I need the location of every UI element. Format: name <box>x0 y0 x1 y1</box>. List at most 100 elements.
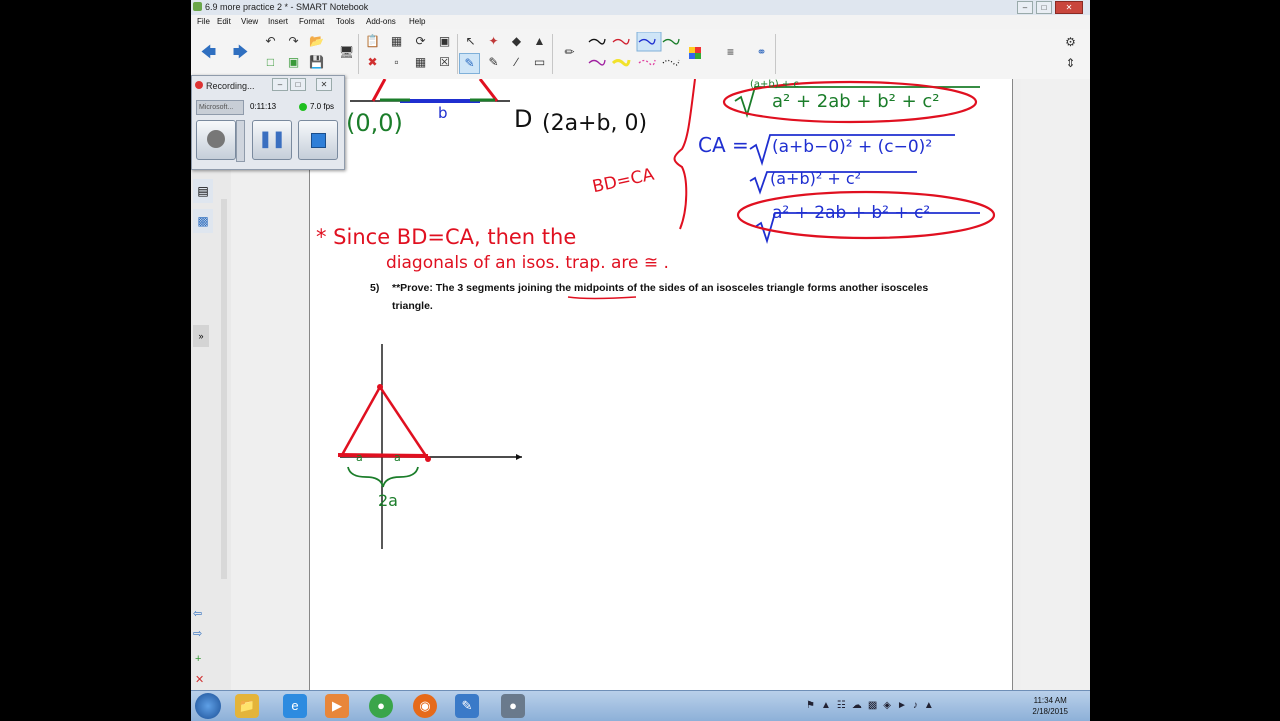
midpoints-underline <box>567 296 637 300</box>
menu-file[interactable]: File <box>197 15 210 29</box>
stop-button[interactable] <box>298 120 338 160</box>
stop-icon <box>310 133 326 148</box>
menu-help[interactable]: Help <box>409 15 425 29</box>
midpoint-a-right: a <box>394 451 401 464</box>
recorder-source-dropdown[interactable]: Microsoft... <box>196 100 244 115</box>
trapezoid-right-leg <box>478 79 499 102</box>
creative-pen-icon[interactable]: ✎ <box>484 53 503 72</box>
move-toolbar-icon[interactable]: ⇕ <box>1061 54 1080 73</box>
smart-recorder-icon[interactable]: ● <box>501 694 525 718</box>
rotate-icon[interactable]: ⟳ <box>411 32 430 51</box>
ca-expression-2: (a+b)² + c² <box>770 169 862 188</box>
recorder-restore-button[interactable]: □ <box>290 78 306 91</box>
screen-capture-icon[interactable]: ▦ <box>387 32 406 51</box>
open-file-icon[interactable]: 📂 <box>307 32 326 51</box>
recorder-title: Recording... <box>206 81 255 91</box>
pencil-icon[interactable]: ✏ <box>560 43 579 62</box>
maximize-button[interactable]: □ <box>1036 1 1052 14</box>
color-picker-icon[interactable] <box>689 47 701 59</box>
chrome-icon[interactable]: ● <box>369 694 393 718</box>
trapezoid-left-leg <box>371 79 387 102</box>
trapezoid-drawing <box>350 79 510 103</box>
fill-icon[interactable]: ▲ <box>530 32 549 51</box>
gear-icon[interactable]: ⚙ <box>1061 33 1080 52</box>
crop-icon[interactable]: ▣ <box>435 32 454 51</box>
media-player-icon[interactable]: ▶ <box>325 694 349 718</box>
eraser-icon[interactable]: ◆ <box>507 32 526 51</box>
internet-explorer-icon[interactable]: e <box>283 694 307 718</box>
close-button[interactable]: ✕ <box>1055 1 1083 14</box>
clock[interactable]: 11:34 AM 2/18/2015 <box>1032 695 1068 717</box>
midpoint-a-left: a <box>356 451 363 464</box>
undo-icon[interactable]: ↶ <box>261 32 280 51</box>
insert-icon[interactable]: ▣ <box>284 53 303 72</box>
add-page-icon[interactable]: □ <box>261 53 280 72</box>
toolbar: 🡄 🡆 ↶ ↷ 📂 □ ▣ 💾 🖥 📋 ▦ ⟳ ▣ ✖ ▫ ▦ ☒ ↖ ✦ ◆ … <box>191 29 1090 80</box>
recording-fps: 7.0 fps <box>310 102 335 111</box>
recorder-close-button[interactable]: ✕ <box>316 78 332 91</box>
triangle-left-side <box>340 386 382 456</box>
file-explorer-icon[interactable]: 📁 <box>235 694 259 718</box>
next-page-icon[interactable]: 🡆 <box>231 43 250 62</box>
back-arrow-icon[interactable]: ⇦ <box>193 607 213 623</box>
delete-icon[interactable]: ✖ <box>363 53 382 72</box>
pen-style-green[interactable] <box>662 38 680 45</box>
taskbar: 📁 e ▶ ● ◉ ✎ ● ⚑▲☷☁▩◈►♪▲ 11:34 AM 2/18/20… <box>191 690 1090 721</box>
select-icon[interactable]: ↖ <box>461 32 480 51</box>
menu-view[interactable]: View <box>241 15 258 29</box>
notebook-page[interactable]: (0,0) b D (2a+b, 0) (a+b) + c a² + 2ab +… <box>309 79 1013 690</box>
menu-edit[interactable]: Edit <box>217 15 231 29</box>
vertical-scroll-area[interactable] <box>1021 79 1090 690</box>
problem-prefix: **Prove: The 3 segments joining the <box>392 282 575 294</box>
volume-slider[interactable] <box>236 120 245 162</box>
menu-insert[interactable]: Insert <box>268 15 288 29</box>
gallery-icon[interactable]: ▩ <box>193 209 213 233</box>
smart-notebook-icon[interactable]: ✎ <box>455 694 479 718</box>
system-tray-icons[interactable]: ⚑▲☷☁▩◈►♪▲ <box>806 700 996 712</box>
page-sorter-icon[interactable]: ▤ <box>193 179 213 203</box>
two-a-label: 2a <box>378 491 398 510</box>
pen-style-dotted[interactable] <box>662 59 680 66</box>
side-panel-scrollbar[interactable] <box>221 199 227 579</box>
forward-arrow-icon[interactable]: ⇨ <box>193 627 213 643</box>
pen-icon[interactable]: ✎ <box>459 53 480 74</box>
expand-panel-icon[interactable]: » <box>193 325 209 347</box>
firefox-icon[interactable]: ◉ <box>413 694 437 718</box>
problem-suffix: of the sides of an isosceles triangle fo… <box>624 282 929 294</box>
menu-tools[interactable]: Tools <box>336 15 355 29</box>
pen-style-dashed[interactable] <box>638 59 656 66</box>
menu-bar: File Edit View Insert Format Tools Add-o… <box>191 15 1090 29</box>
pen-style-purple[interactable] <box>588 59 606 66</box>
magic-pen-icon[interactable]: ✦ <box>484 32 503 51</box>
boxed-bottom-expr: a² + 2ab + b² + c² <box>772 203 931 223</box>
add-page-small-icon[interactable]: + <box>195 653 207 665</box>
shade-icon[interactable]: ▫ <box>387 53 406 72</box>
start-button[interactable] <box>195 693 221 719</box>
display-icon[interactable]: 🖥 <box>337 43 356 62</box>
delete-page-small-icon[interactable]: ✕ <box>195 673 207 686</box>
menu-addons[interactable]: Add-ons <box>366 15 396 29</box>
camera-icon <box>207 130 225 148</box>
camera-button[interactable] <box>196 120 236 160</box>
save-icon[interactable]: 💾 <box>307 53 326 72</box>
recorder-minimize-button[interactable]: – <box>272 78 288 91</box>
line-icon[interactable]: ∕ <box>507 53 526 72</box>
previous-page-icon[interactable]: 🡄 <box>199 43 218 62</box>
menu-format[interactable]: Format <box>299 15 324 29</box>
paste-icon[interactable]: 📋 <box>363 32 382 51</box>
redo-icon[interactable]: ↷ <box>284 32 303 51</box>
since-line-2: diagonals of an isos. trap. are ≅ . <box>386 253 669 273</box>
pen-style-highlighter[interactable] <box>611 59 631 67</box>
clear-ink-icon[interactable]: ☒ <box>435 53 454 72</box>
minimize-button[interactable]: – <box>1017 1 1033 14</box>
pause-button[interactable]: ❚❚ <box>252 120 292 160</box>
transparency-icon[interactable]: ⚭ <box>752 43 771 62</box>
line-width-icon[interactable]: ≡ <box>721 43 740 62</box>
isosceles-triangle-drawing <box>337 344 522 549</box>
problem-keyword: midpoints <box>574 282 625 294</box>
table-icon[interactable]: ▦ <box>411 53 430 72</box>
toolbar-separator <box>457 34 458 74</box>
pen-style-red[interactable] <box>612 38 630 45</box>
pen-style-black[interactable] <box>588 38 606 45</box>
shape-icon[interactable]: ▭ <box>530 53 549 72</box>
